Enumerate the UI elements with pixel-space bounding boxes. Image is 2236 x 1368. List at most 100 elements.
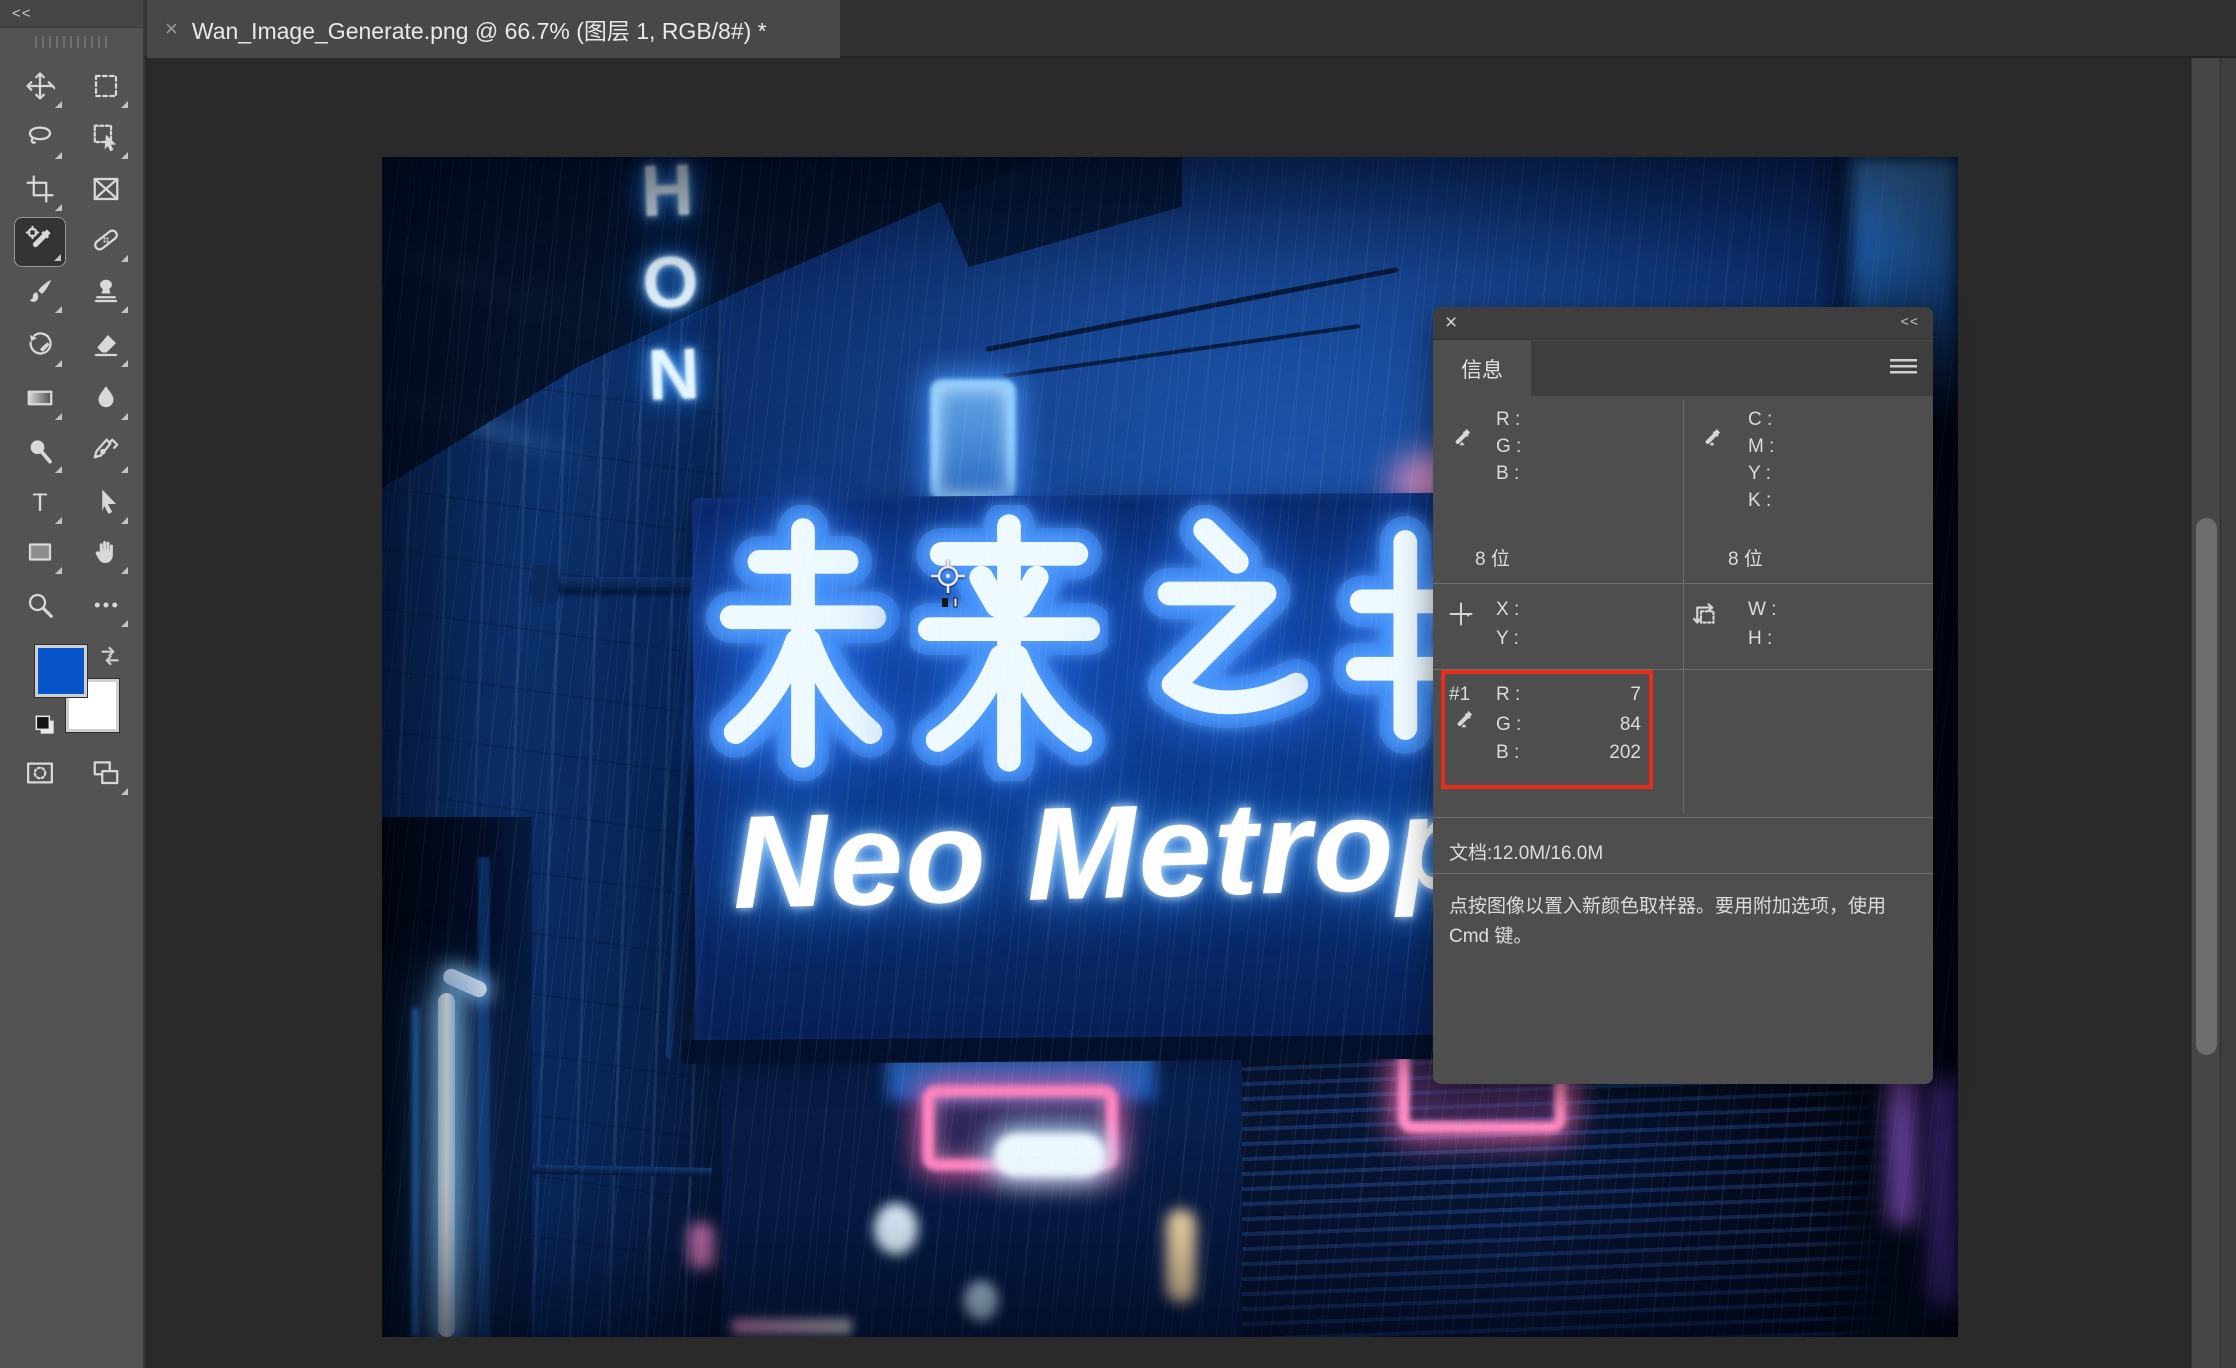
eyedropper-tool-button[interactable] — [14, 217, 66, 267]
k-label: K : — [1748, 490, 1771, 512]
document-tab-bar: × Wan_Image_Generate.png @ 66.7% (图层 1, … — [145, 0, 2236, 58]
panel-menu-icon[interactable] — [1890, 359, 1917, 377]
marquee-tool-button[interactable] — [80, 63, 132, 113]
vertical-scrollbar-thumb[interactable] — [2196, 518, 2217, 1055]
gradient-tool-button[interactable] — [14, 375, 66, 425]
tools-panel: << — [0, 0, 145, 1368]
white-light — [964, 1281, 998, 1321]
path-selection-tool-button[interactable] — [80, 479, 132, 529]
document-tab-title: Wan_Image_Generate.png @ 66.7% (图层 1, RG… — [192, 12, 767, 46]
sampler-eyedropper-icon[interactable] — [1451, 708, 1477, 740]
dodge-icon — [25, 436, 55, 471]
tab-close-icon[interactable]: × — [165, 18, 178, 40]
panel-dock-edge — [2220, 58, 2236, 1368]
y-label: Y : — [1496, 628, 1519, 650]
hand-icon — [91, 537, 121, 572]
sampler-id: #1 — [1449, 684, 1470, 706]
panel-collapse-icon[interactable]: << — [1901, 313, 1919, 329]
tool-hint-text: 点按图像以置入新颜色取样器。要用附加选项，使用 Cmd 键。 — [1449, 892, 1911, 952]
vertical-scrollbar-track[interactable] — [2191, 58, 2220, 1368]
brush-tool-button[interactable] — [14, 268, 66, 318]
gradient-icon — [25, 383, 55, 418]
lasso-icon — [25, 122, 55, 157]
frame-tool-button[interactable] — [80, 166, 132, 216]
swap-colors-button[interactable] — [97, 643, 123, 674]
glowing-square-sign — [930, 379, 1016, 501]
foreground-color-swatch[interactable] — [35, 645, 87, 697]
white-light — [994, 1133, 1106, 1177]
default-colors-button[interactable] — [32, 712, 58, 743]
toolbar-collapse-button[interactable]: << — [0, 0, 143, 28]
cmyk-eyedropper-icon[interactable] — [1699, 426, 1725, 458]
brush-icon — [25, 276, 55, 311]
purple-neon-light — [1930, 1077, 1956, 1307]
sampler-r-label: R : — [1496, 684, 1520, 706]
object-selection-icon — [91, 122, 121, 157]
crop-icon — [25, 174, 55, 209]
ellipsis-icon — [91, 590, 121, 625]
sign-bracket — [532, 577, 707, 591]
neon-char-wei — [704, 505, 902, 781]
swap-arrows-icon — [97, 656, 123, 673]
color-sampler-cursor — [926, 556, 972, 608]
r-label: R : — [1496, 409, 1520, 431]
quick-mask-icon — [24, 758, 56, 793]
photoshop-window: << — [0, 0, 2236, 1368]
healing-brush-tool-button[interactable] — [80, 217, 132, 267]
sampler-g-value: 84 — [1571, 714, 1641, 736]
history-brush-icon — [25, 330, 55, 365]
blur-tool-button[interactable] — [80, 375, 132, 425]
white-light — [874, 1203, 918, 1255]
zoom-tool-button[interactable] — [14, 582, 66, 632]
pen-icon — [91, 436, 121, 471]
lasso-tool-button[interactable] — [14, 114, 66, 164]
more-tools-button[interactable] — [80, 582, 132, 632]
type-tool-button[interactable]: T — [14, 479, 66, 529]
eraser-tool-button[interactable] — [80, 322, 132, 372]
hand-tool-button[interactable] — [80, 529, 132, 579]
info-panel-tab-row: 信息 — [1433, 341, 1933, 396]
sampler-b-label: B : — [1496, 742, 1519, 764]
sampler-b-value: 202 — [1571, 742, 1641, 764]
neon-char-zhi — [1122, 505, 1320, 781]
history-brush-tool-button[interactable] — [14, 322, 66, 372]
eraser-icon — [91, 330, 121, 365]
y-label: Y : — [1748, 463, 1771, 485]
document-tab[interactable]: × Wan_Image_Generate.png @ 66.7% (图层 1, … — [147, 0, 840, 58]
door-frame — [478, 857, 490, 1337]
dark-doorway — [382, 817, 532, 1337]
magnifier-icon — [25, 590, 55, 625]
clone-stamp-tool-button[interactable] — [80, 268, 132, 318]
object-selection-tool-button[interactable] — [80, 114, 132, 164]
screen-mode-button[interactable] — [80, 750, 132, 800]
cursor-position-icon — [1447, 600, 1475, 634]
pen-tool-button[interactable] — [80, 428, 132, 478]
m-label: M : — [1748, 436, 1774, 458]
dodge-tool-button[interactable] — [14, 428, 66, 478]
toolbar-grip-handle[interactable] — [35, 36, 109, 48]
neon-char-lai — [910, 505, 1108, 781]
power-cable — [985, 267, 1398, 352]
rectangle-shape-icon — [25, 537, 55, 572]
eyedropper-icon — [25, 225, 55, 260]
quick-mask-button[interactable] — [14, 750, 66, 800]
canvas-workspace[interactable]: HON — [145, 58, 2236, 1368]
tab-info[interactable]: 信息 — [1433, 341, 1531, 396]
g-label: G : — [1496, 436, 1521, 458]
type-icon: T — [25, 487, 55, 522]
warm-light — [1166, 1209, 1196, 1303]
info-panel-content: R : G : B : 8 位 C : M : Y : K : 8 位 — [1433, 396, 1933, 1084]
crop-tool-button[interactable] — [14, 166, 66, 216]
h-label: H : — [1748, 628, 1772, 650]
sampler-r-value: 7 — [1571, 684, 1641, 706]
dimensions-icon — [1691, 600, 1721, 636]
cmyk-depth: 8 位 — [1728, 544, 1763, 571]
roof-silhouette — [922, 157, 1182, 267]
info-panel-titlebar[interactable]: × << — [1433, 307, 1933, 340]
pink-glow — [732, 1319, 852, 1335]
move-tool-button[interactable] — [14, 63, 66, 113]
rgb-eyedropper-icon[interactable] — [1449, 426, 1475, 458]
rectangle-tool-button[interactable] — [14, 529, 66, 579]
panel-close-icon[interactable]: × — [1445, 311, 1457, 335]
b-label: B : — [1496, 463, 1519, 485]
